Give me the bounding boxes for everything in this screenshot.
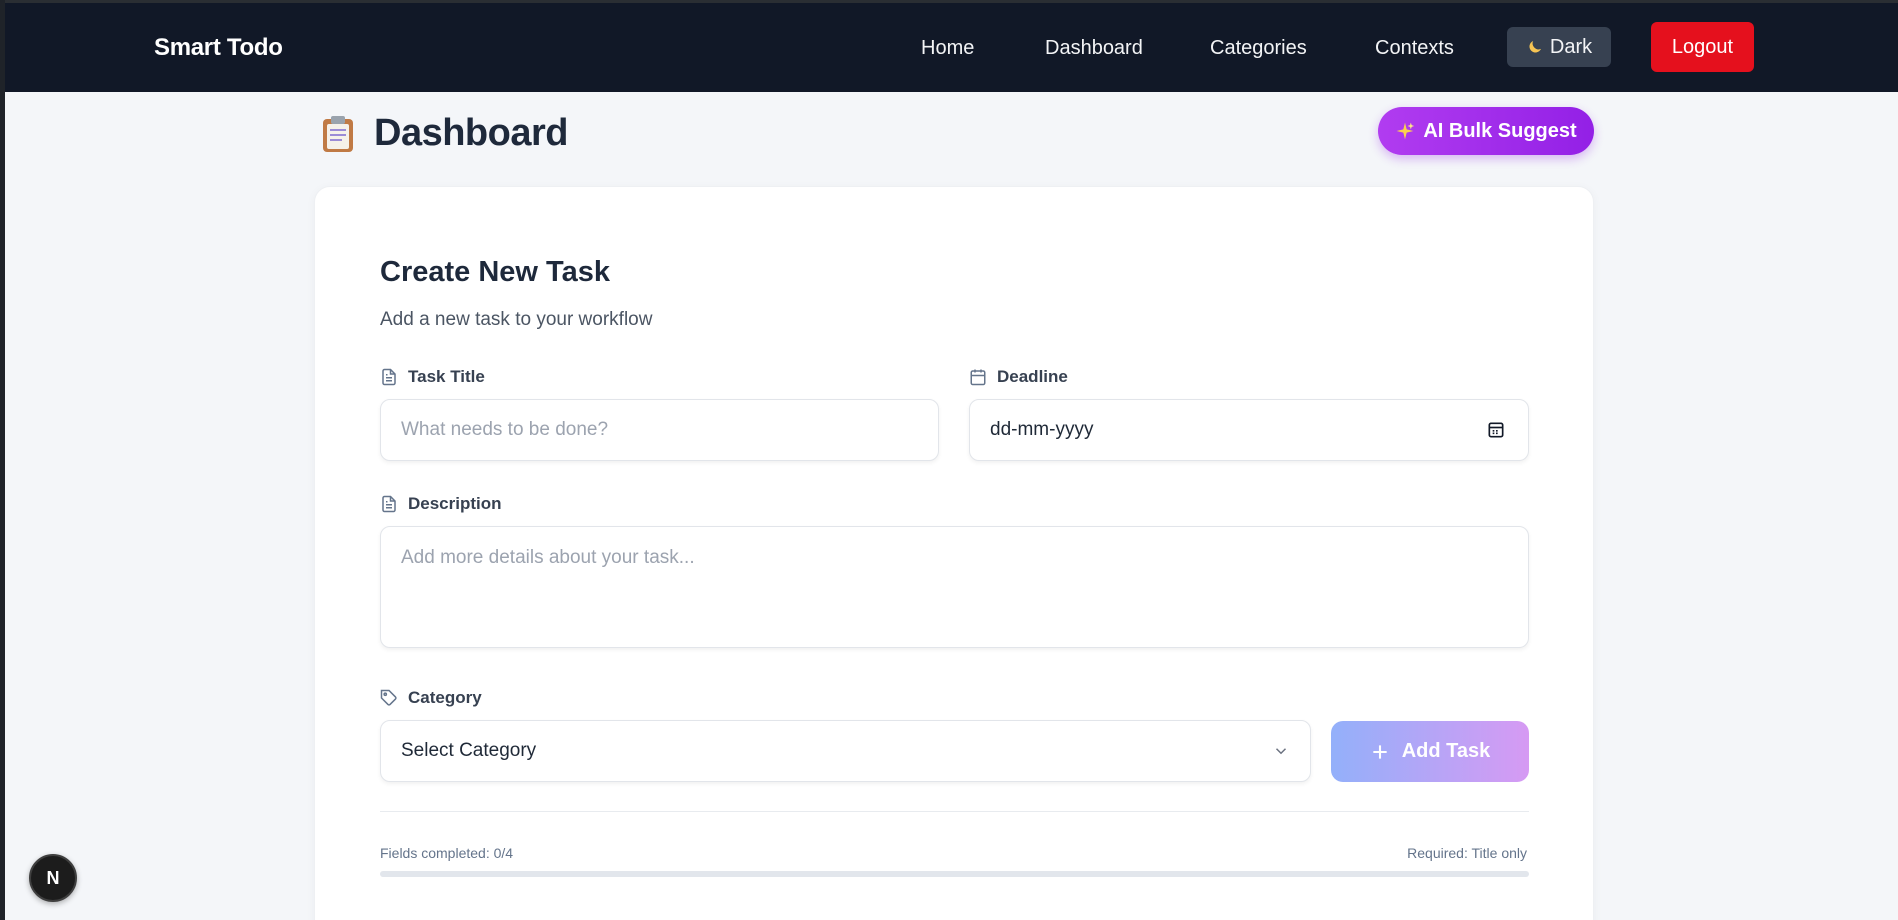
deadline-label-text: Deadline: [997, 367, 1068, 386]
deadline-placeholder: dd-mm-yyyy: [990, 419, 1094, 440]
nextjs-dev-badge-label: N: [46, 867, 60, 888]
theme-toggle-label: Dark: [1549, 35, 1593, 58]
window-left-edge: [0, 0, 5, 920]
required-fields-text: Required: Title only: [1407, 845, 1527, 861]
ai-bulk-suggest-label: AI Bulk Suggest: [1423, 119, 1577, 142]
fields-completed-text: Fields completed: 0/4: [380, 845, 514, 861]
logout-button[interactable]: Logout: [1651, 22, 1754, 72]
nextjs-dev-badge[interactable]: N: [29, 854, 77, 902]
document-icon: [380, 368, 398, 386]
deadline-input[interactable]: dd-mm-yyyy: [969, 399, 1529, 461]
description-textarea[interactable]: Add more details about your task...: [380, 526, 1529, 648]
clipboard-icon: [320, 114, 356, 154]
chevron-down-icon: [1272, 742, 1290, 760]
brand-logo[interactable]: Smart Todo: [154, 34, 283, 62]
calendar-icon: [969, 368, 987, 386]
task-title-label: Task Title: [380, 367, 485, 387]
form-divider: [380, 811, 1529, 812]
date-picker-icon[interactable]: [1486, 420, 1506, 440]
deadline-label: Deadline: [969, 367, 1068, 387]
form-subtitle: Add a new task to your workflow: [380, 309, 653, 330]
top-navbar: Smart Todo Home Dashboard Categories Con…: [5, 3, 1898, 92]
task-title-label-text: Task Title: [408, 367, 485, 386]
category-select[interactable]: Select Category: [380, 720, 1311, 782]
sparkle-icon: [1395, 121, 1415, 141]
window-top-edge: [0, 0, 1898, 3]
nav-link-categories[interactable]: Categories: [1210, 37, 1307, 60]
page-header: Dashboard: [320, 112, 568, 155]
add-task-label: Add Task: [1401, 740, 1491, 762]
ai-bulk-suggest-button[interactable]: AI Bulk Suggest: [1378, 107, 1594, 155]
category-label-text: Category: [408, 688, 482, 707]
theme-toggle-button[interactable]: Dark: [1507, 27, 1611, 67]
plus-icon: [1370, 742, 1390, 762]
description-label-text: Description: [408, 494, 502, 513]
nav-link-dashboard[interactable]: Dashboard: [1045, 37, 1143, 60]
description-label: Description: [380, 494, 502, 514]
add-task-button[interactable]: Add Task: [1331, 721, 1529, 782]
form-title: Create New Task: [380, 256, 610, 288]
nav-link-contexts[interactable]: Contexts: [1375, 37, 1454, 60]
page-title: Dashboard: [374, 112, 568, 154]
document-icon: [380, 495, 398, 513]
completion-progress-bar: [380, 871, 1529, 877]
tag-icon: [380, 689, 398, 707]
nav-link-home[interactable]: Home: [921, 37, 974, 60]
category-selected-value: Select Category: [401, 740, 537, 761]
task-title-input[interactable]: What needs to be done?: [380, 399, 939, 461]
moon-icon: [1526, 38, 1544, 56]
category-label: Category: [380, 688, 482, 708]
